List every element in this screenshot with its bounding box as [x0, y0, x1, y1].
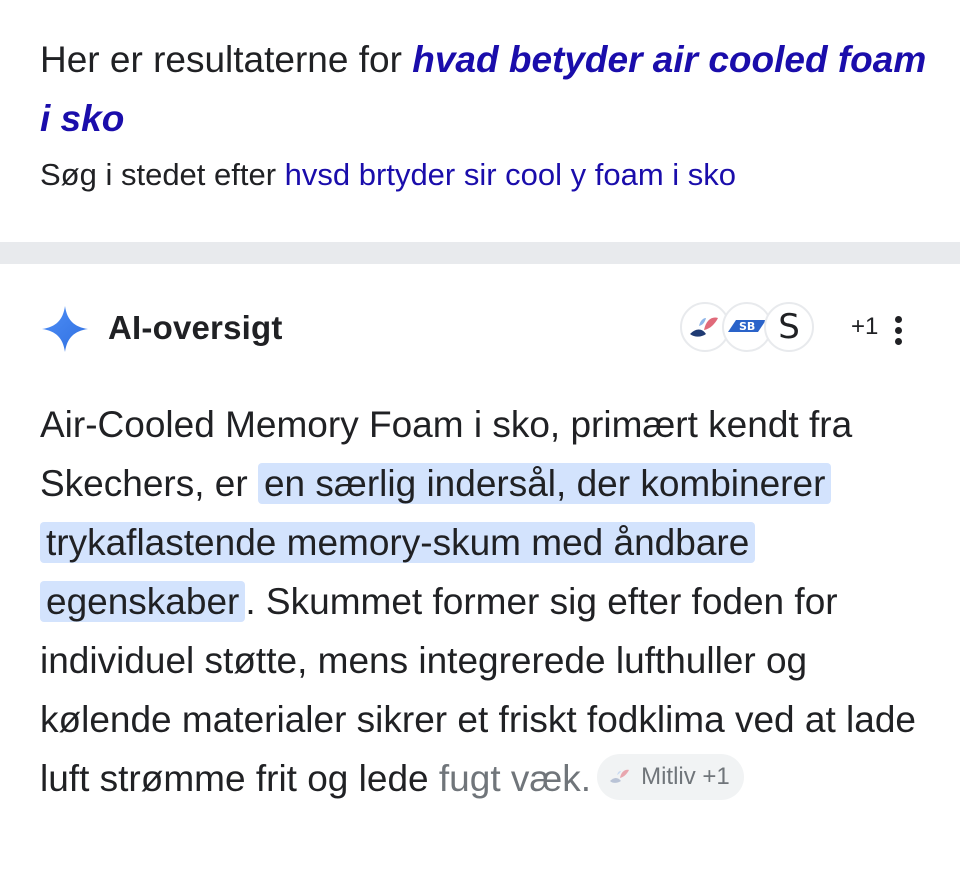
source-chip-count: +1 — [702, 763, 730, 791]
sparkle-icon — [42, 306, 88, 352]
ai-overview-title: AI-oversigt — [108, 309, 283, 346]
svg-text:SB: SB — [739, 320, 755, 333]
showing-results-prefix: Her er resultaterne for — [40, 39, 413, 80]
search-results-page: Her er resultaterne for hvad betyder air… — [0, 0, 960, 890]
original-query-link[interactable]: hvsd brtyder sir cool y foam i sko — [285, 157, 736, 192]
ai-overview-text: Air-Cooled Memory Foam i sko, primært ke… — [40, 395, 920, 808]
showing-results-line: Her er resultaterne for hvad betyder air… — [40, 30, 930, 148]
search-instead-line: Søg i stedet efter hvsd brtyder sir cool… — [40, 155, 930, 195]
s-letter-logo-icon: S — [764, 302, 814, 352]
results-header: Her er resultaterne for hvad betyder air… — [40, 30, 930, 195]
search-instead-prefix: Søg i stedet efter — [40, 157, 285, 192]
mitliv-logo-icon — [610, 769, 630, 783]
section-divider — [0, 242, 960, 264]
s-letter: S — [778, 307, 800, 347]
more-sources-count: +1 — [851, 313, 879, 340]
source-chip[interactable]: Mitliv +1 — [597, 754, 744, 801]
more-vert-icon[interactable] — [883, 310, 913, 350]
ai-overview-header: AI-oversigt SB S +1 — [40, 300, 920, 360]
overview-text-faded: fugt væk. — [438, 758, 592, 799]
source-chip-label: Mitliv — [641, 763, 696, 791]
sources-button[interactable]: SB S +1 — [680, 300, 890, 356]
